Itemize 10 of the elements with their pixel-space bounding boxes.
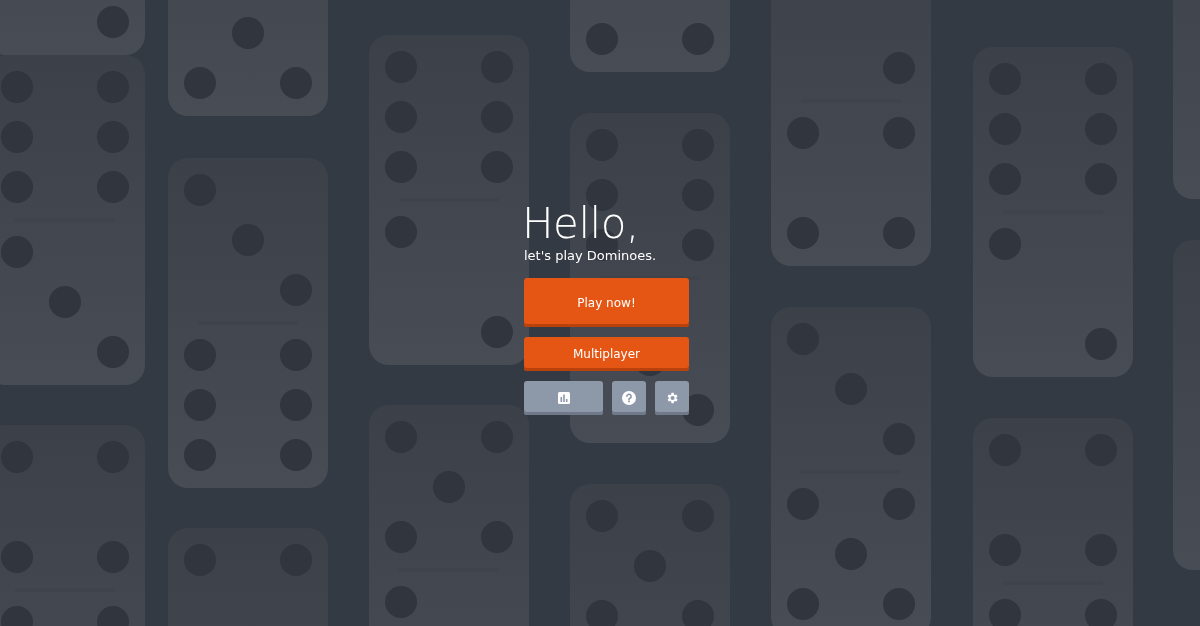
multiplayer-button[interactable]: Multiplayer [524,337,689,371]
stats-button[interactable] [524,381,603,415]
heading: Hello, [522,200,640,248]
stats-icon [557,392,570,404]
help-button[interactable] [612,381,646,415]
play-button[interactable]: Play now! [524,278,689,327]
help-icon [622,391,636,405]
subheading: let's play Dominoes. [524,248,658,264]
settings-icon [665,391,679,405]
settings-button[interactable] [655,381,689,415]
